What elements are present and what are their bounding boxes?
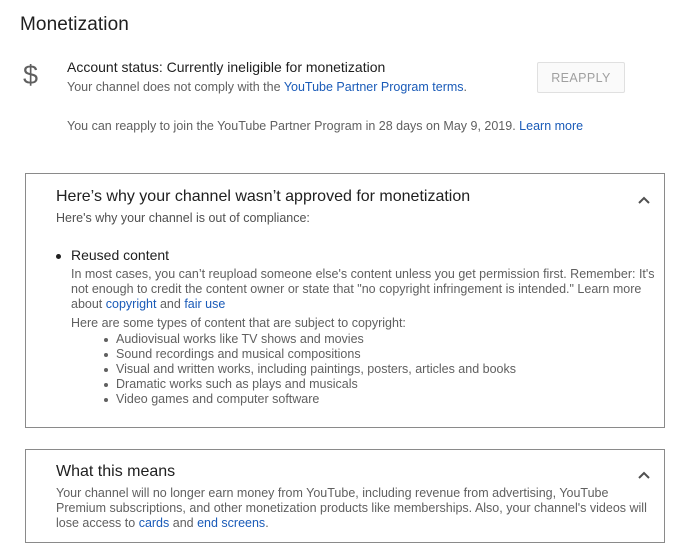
and-text: and (156, 297, 185, 311)
dollar-icon: $ (23, 60, 39, 90)
list-item: Sound recordings and musical composition… (104, 347, 516, 362)
reapply-note-text: You can reapply to join the YouTube Part… (67, 119, 516, 133)
reused-content-description: In most cases, you can’t reupload someon… (71, 267, 661, 312)
meaning-text: Your channel will no longer earn money f… (56, 486, 660, 531)
comply-prefix: Your channel does not comply with the (67, 80, 284, 94)
reused-content-label: Reused content (71, 247, 170, 263)
page-title: Monetization (20, 14, 129, 35)
ypp-terms-link[interactable]: YouTube Partner Program terms (284, 80, 464, 94)
bullet-dot (56, 254, 61, 259)
meaning-panel-title: What this means (56, 463, 176, 480)
fair-use-link[interactable]: fair use (184, 297, 225, 311)
reapply-button[interactable]: REAPPLY (537, 62, 625, 93)
cards-link[interactable]: cards (139, 516, 170, 530)
comply-text: Your channel does not comply with the Yo… (67, 80, 467, 94)
meaning-panel: What this means Your channel will no lon… (25, 449, 665, 543)
list-item: Dramatic works such as plays and musical… (104, 377, 516, 392)
comply-suffix: . (463, 80, 468, 94)
copyright-link[interactable]: copyright (106, 297, 157, 311)
reason-subtitle: Here's why your channel is out of compli… (56, 211, 310, 225)
list-item: Audiovisual works like TV shows and movi… (104, 332, 516, 347)
end-screens-link[interactable]: end screens (197, 516, 265, 530)
chevron-up-icon[interactable] (637, 192, 651, 204)
list-item: Visual and written works, including pain… (104, 362, 516, 376)
learn-more-link[interactable]: Learn more (519, 119, 583, 133)
and-text: and (169, 516, 198, 530)
reason-panel: Here’s why your channel wasn’t approved … (25, 173, 665, 428)
account-status-text: Account status: Currently ineligible for… (67, 59, 386, 75)
reapply-note: You can reapply to join the YouTube Part… (67, 119, 583, 133)
types-intro: Here are some types of content that are … (71, 316, 406, 330)
copyright-types-list: Audiovisual works like TV shows and movi… (71, 332, 516, 407)
meaning-suffix: . (265, 516, 269, 530)
chevron-up-icon[interactable] (637, 467, 651, 479)
list-item: Video games and computer software (104, 392, 516, 407)
reason-panel-title: Here’s why your channel wasn’t approved … (56, 188, 471, 205)
